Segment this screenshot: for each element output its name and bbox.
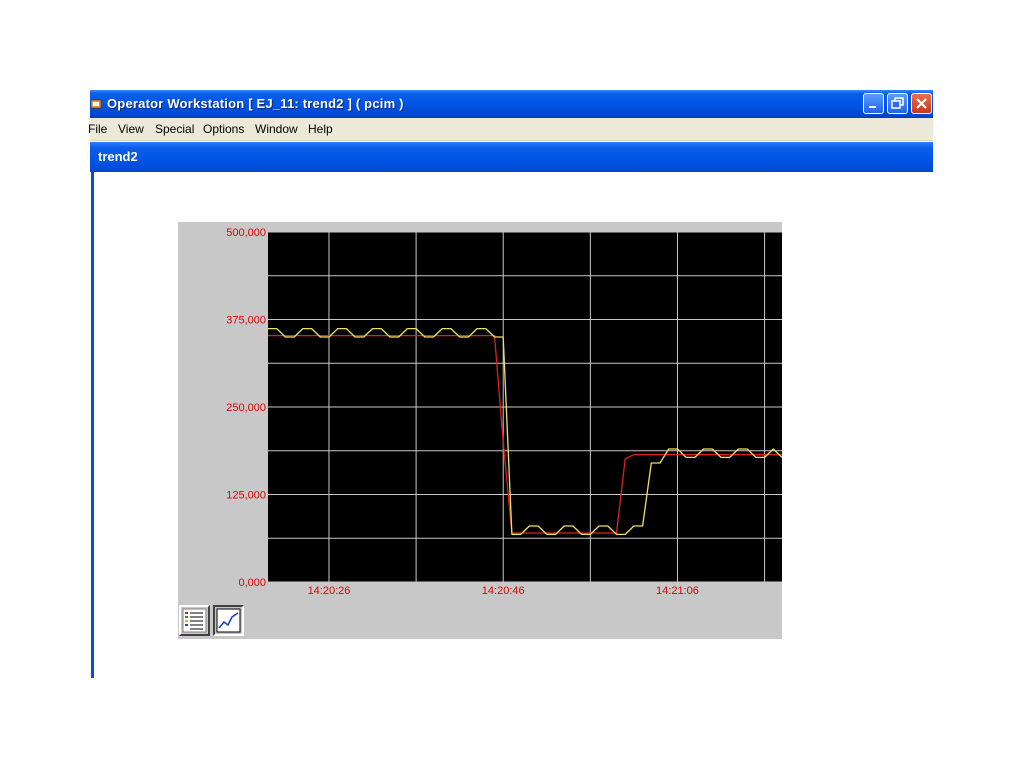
restore-button[interactable] — [887, 93, 908, 114]
child-window-title-bar[interactable]: trend2 — [90, 142, 933, 172]
trend-view-button[interactable] — [213, 605, 244, 636]
menu-file[interactable]: File — [88, 122, 107, 136]
y-tick-label: 0,000 — [238, 577, 266, 589]
close-icon — [916, 98, 927, 109]
trend-panel: 0,000 125,000 250,000 375,000 500,000 14:20:2… — [178, 222, 782, 639]
menu-view[interactable]: View — [118, 122, 144, 136]
x-tick-label: 14:20:46 — [482, 585, 525, 597]
minimize-button[interactable] — [863, 93, 884, 114]
menu-bar: File View Special Options Window Help — [88, 118, 933, 141]
menu-help[interactable]: Help — [308, 122, 333, 136]
restore-icon — [891, 97, 904, 109]
y-tick-label: 250,000 — [226, 402, 266, 414]
menu-special[interactable]: Special — [155, 122, 194, 136]
trend-chart: 0,000 125,000 250,000 375,000 500,000 14:20:2… — [226, 227, 782, 597]
menu-window[interactable]: Window — [255, 122, 298, 136]
y-tick-label: 125,000 — [226, 490, 266, 502]
window-title: Operator Workstation [ EJ_11: trend2 ] (… — [107, 96, 404, 111]
trend-chart-icon — [216, 608, 241, 633]
minimize-icon — [869, 106, 876, 108]
app-icon — [91, 99, 102, 109]
y-tick-label: 375,000 — [226, 315, 266, 327]
legend-list-icon — [182, 608, 207, 633]
x-tick-label: 14:20:26 — [308, 585, 351, 597]
close-button[interactable] — [911, 93, 932, 114]
legend-button[interactable] — [179, 605, 210, 636]
menu-options[interactable]: Options — [203, 122, 244, 136]
child-window-title: trend2 — [98, 149, 138, 164]
title-bar[interactable]: Operator Workstation [ EJ_11: trend2 ] (… — [90, 90, 933, 118]
y-tick-label: 500,000 — [226, 227, 266, 239]
x-tick-label: 14:21:06 — [656, 585, 699, 597]
